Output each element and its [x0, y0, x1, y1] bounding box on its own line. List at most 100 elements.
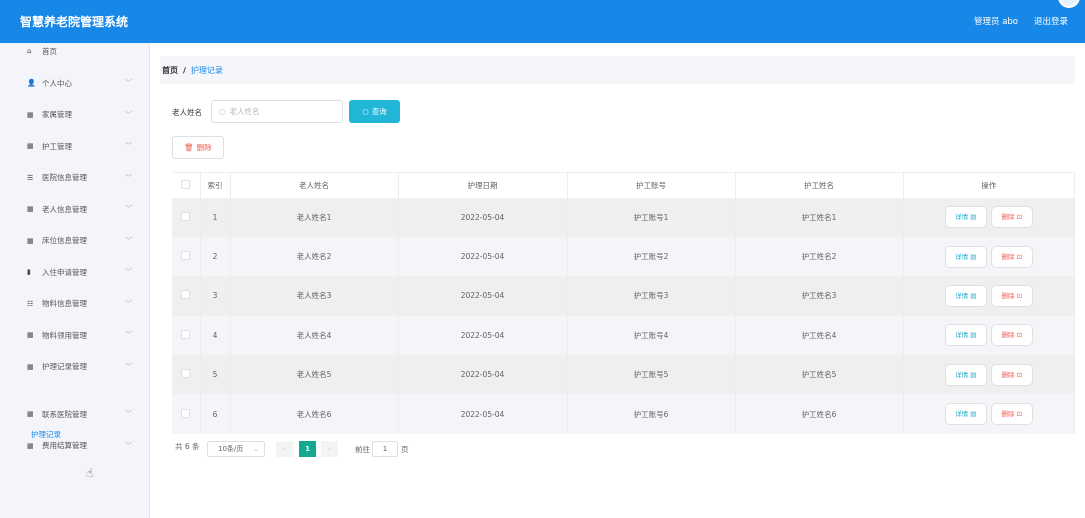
worker-account: 护工账号3 [567, 276, 736, 316]
sidebar-item[interactable]: ⌂ 首页 [27, 43, 132, 59]
sidebar-item[interactable]: ▦ 家属管理 ﹀ [27, 107, 132, 123]
grid-icon: ▦ [27, 410, 34, 418]
sidebar-item[interactable]: ▦ 床位信息管理 ﹀ [27, 233, 132, 249]
row-checkbox[interactable] [172, 276, 201, 316]
query-button[interactable]: ○ 查询 [349, 100, 400, 123]
chevron-down-icon: ﹀ [125, 410, 132, 418]
sidebar-item[interactable]: ▦ 物料领用管理 ﹀ [27, 327, 132, 343]
sidebar-item-label: 护理记录管理 [42, 362, 87, 371]
chevron-down-icon: ⌄ [253, 445, 259, 453]
sidebar-item[interactable]: ▦ 护工管理 ﹀ [27, 138, 132, 154]
row-index: 2 [200, 236, 231, 277]
page-1-button[interactable]: 1 [299, 441, 316, 457]
col-elder-name: 老人姓名 [230, 172, 399, 198]
row-actions: 详情 ▤ 删除 ⊡ [903, 276, 1075, 316]
elder-name: 老人姓名6 [230, 394, 399, 434]
detail-label: 详情 [955, 410, 969, 419]
row-actions: 详情 ▤ 删除 ⊡ [903, 236, 1075, 277]
detail-label: 详情 [955, 291, 969, 300]
row-checkbox[interactable] [172, 236, 201, 277]
sliders-icon: ☷ [27, 299, 34, 308]
sidebar-item[interactable]: ▦ 费用结算管理 ﹀ [27, 438, 132, 454]
select-all-checkbox[interactable] [172, 172, 201, 198]
elder-name-input[interactable]: ○ 老人姓名 [211, 100, 343, 123]
row-actions: 详情 ▤ 删除 ⊡ [903, 355, 1075, 395]
grid-icon: ▦ [27, 142, 34, 150]
worker-account: 护工账号6 [567, 394, 736, 434]
detail-button[interactable]: 详情 ▤ [944, 363, 987, 386]
detail-label: 详情 [955, 331, 969, 340]
sidebar-item[interactable]: ☰ 医院信息管理 ﹀ [27, 170, 132, 186]
worker-name: 护工姓名4 [735, 315, 904, 356]
page-suffix: 页 [401, 445, 409, 454]
sidebar-item-label: 首页 [42, 46, 57, 56]
chevron-down-icon: ﹀ [125, 268, 132, 276]
chevron-down-icon: ﹀ [125, 110, 132, 119]
avatar[interactable] [1058, 0, 1080, 8]
sidebar: 护理记录 ☝ ⌂ 首页 👤 个人中心 ﹀ ▦ 家属管理 ﹀ ▦ 护工管理 ﹀ ☰ 医院信息管理 ﹀ ▦ 老人信… [0, 43, 150, 518]
elder-name: 老人姓名3 [230, 276, 399, 316]
row-actions: 详情 ▤ 删除 ⊡ [903, 315, 1075, 356]
document-icon: ▤ [970, 370, 977, 379]
search-icon: ○ [219, 107, 226, 116]
nursing-date: 2022-05-04 [398, 197, 568, 237]
grid-icon: ▦ [27, 362, 34, 371]
batch-delete-button[interactable]: 🗑 删除 [172, 136, 224, 159]
delete-button[interactable]: 删除 ⊡ [990, 403, 1033, 426]
chevron-down-icon: ﹀ [125, 331, 132, 339]
next-page-button[interactable]: › [321, 441, 338, 457]
breadcrumb-separator: / [183, 65, 186, 75]
grid-icon: ▦ [27, 205, 34, 213]
delete-button[interactable]: 删除 ⊡ [990, 206, 1033, 229]
worker-name: 护工姓名1 [735, 197, 904, 237]
detail-button[interactable]: 详情 ▤ [944, 245, 987, 268]
detail-button[interactable]: 详情 ▤ [944, 284, 987, 307]
sidebar-item[interactable]: ▦ 联系医院管理 ﹀ [27, 406, 132, 422]
user-icon: 👤 [27, 79, 36, 87]
sidebar-item-label: 费用结算管理 [42, 441, 87, 450]
sidebar-item-label: 联系医院管理 [42, 409, 87, 419]
table-row: 1 老人姓名1 2022-05-04 护工账号1 护工姓名1 详情 ▤ 删除 ⊡ [172, 197, 1075, 237]
detail-button[interactable]: 详情 ▤ [944, 206, 987, 229]
row-checkbox[interactable] [172, 394, 201, 434]
delete-label: 删除 [1001, 213, 1015, 222]
page-size-select[interactable]: 10条/页 ⌄ [207, 441, 265, 457]
prev-page-button[interactable]: ‹ [276, 441, 293, 457]
sidebar-item[interactable]: 👤 个人中心 ﹀ [27, 75, 132, 91]
row-index: 3 [200, 276, 231, 316]
goto-page-input[interactable]: 1 [372, 441, 398, 457]
table-row: 4 老人姓名4 2022-05-04 护工账号4 护工姓名4 详情 ▤ 删除 ⊡ [172, 315, 1075, 356]
breadcrumb-home[interactable]: 首页 [162, 65, 178, 76]
delete-button[interactable]: 删除 ⊡ [990, 363, 1033, 386]
delete-label: 删除 [1001, 370, 1015, 379]
sidebar-item-label: 医院信息管理 [42, 173, 87, 182]
delete-button[interactable]: 删除 ⊡ [990, 245, 1033, 268]
sidebar-item[interactable]: ▦ 老人信息管理 ﹀ [27, 201, 132, 217]
detail-button[interactable]: 详情 ▤ [944, 324, 987, 347]
document-icon: ▤ [970, 331, 977, 340]
detail-label: 详情 [955, 252, 969, 261]
table-row: 2 老人姓名2 2022-05-04 护工账号2 护工姓名2 详情 ▤ 删除 ⊡ [172, 236, 1075, 277]
elder-name: 老人姓名4 [230, 315, 399, 356]
sidebar-item[interactable]: ☷ 物料信息管理 ﹀ [27, 296, 132, 312]
document-icon: ▤ [970, 410, 977, 419]
delete-button[interactable]: 删除 ⊡ [990, 284, 1033, 307]
nursing-date: 2022-05-04 [398, 394, 568, 434]
grid-icon: ▦ [27, 331, 34, 339]
sidebar-item[interactable]: ▦ 护理记录管理 ﹀ [27, 359, 132, 375]
chevron-down-icon: ﹀ [125, 236, 132, 245]
detail-button[interactable]: 详情 ▤ [944, 403, 987, 426]
logout-link[interactable]: 退出登录 [1034, 15, 1068, 27]
worker-account: 护工账号4 [567, 315, 736, 356]
delete-button[interactable]: 删除 ⊡ [990, 324, 1033, 347]
breadcrumb-current: 护理记录 [190, 65, 223, 75]
sidebar-item[interactable]: ▮ 入住申请管理 ﹀ [27, 264, 132, 280]
col-index: 索引 [200, 172, 231, 198]
row-checkbox[interactable] [172, 355, 201, 395]
worker-name: 护工姓名5 [735, 355, 904, 395]
row-checkbox[interactable] [172, 315, 201, 356]
col-date: 护理日期 [398, 172, 568, 198]
chevron-down-icon: ﹀ [125, 173, 132, 182]
nursing-record-table: 索引 老人姓名 护理日期 护工账号 护工姓名 操作 1 老人姓名1 2022-05-… [172, 172, 1075, 434]
row-checkbox[interactable] [172, 197, 201, 237]
